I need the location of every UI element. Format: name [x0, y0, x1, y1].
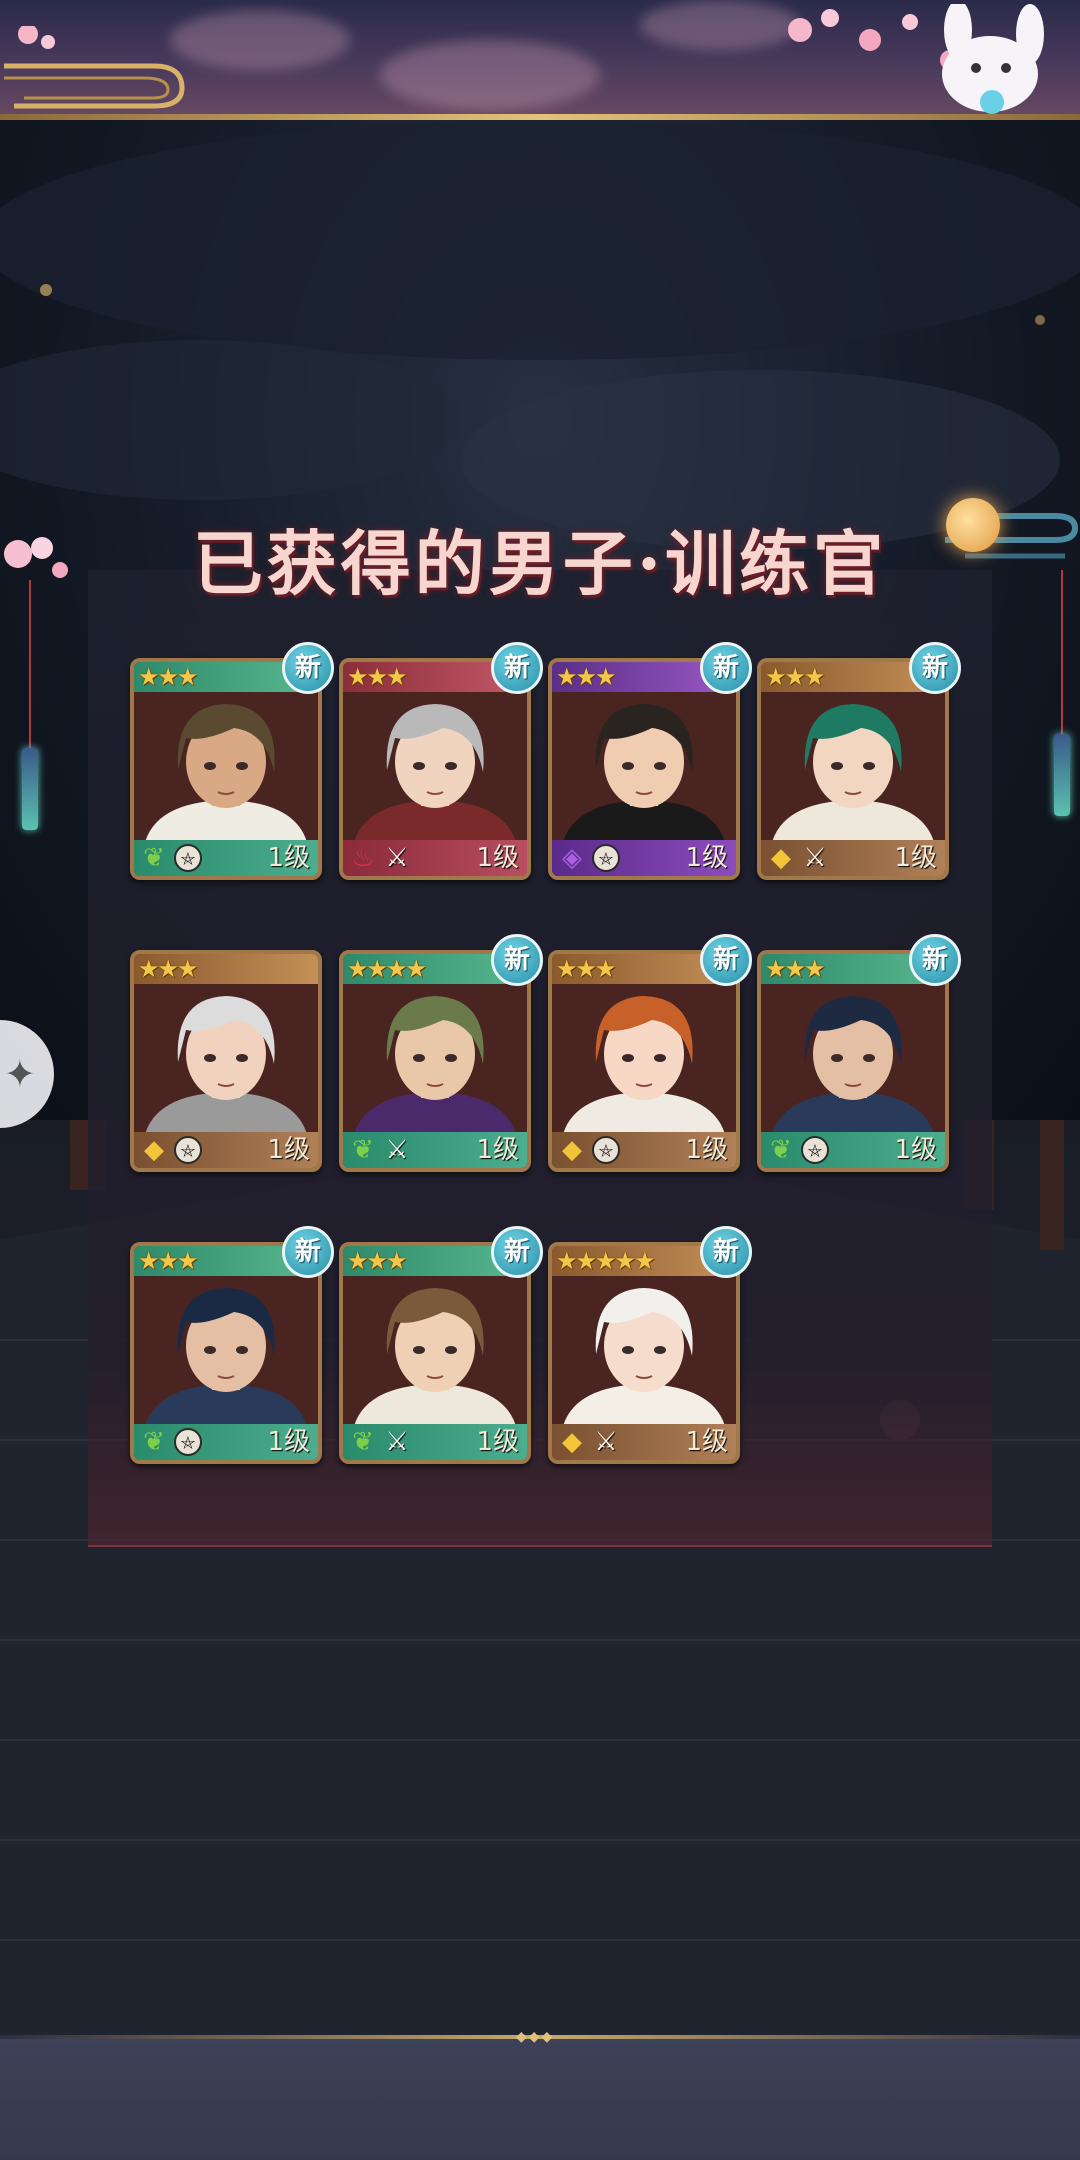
trainer-card[interactable]: ★★★ ◆ ⛤ 1级: [548, 950, 740, 1172]
left-pendant: [22, 580, 38, 830]
character-portrait: [552, 1276, 736, 1430]
new-badge: 新: [282, 642, 334, 694]
top-banner: [0, 0, 1080, 120]
rarity-stars: ★★★: [765, 955, 826, 983]
leaf-element-icon: ❦: [143, 1427, 165, 1457]
rarity-stars: ★★★: [556, 663, 617, 691]
new-badge: 新: [700, 642, 752, 694]
bottom-bar: ◆◆◆: [0, 2029, 1080, 2160]
puzzle-icon: ✦: [4, 1052, 36, 1096]
pentacle-icon: ⛤: [174, 1428, 202, 1456]
rabbit-mascot-icon[interactable]: [880, 4, 1080, 116]
card-level: 1级: [267, 1427, 310, 1457]
diamond-element-icon: ◆: [771, 843, 791, 873]
card-level: 1级: [267, 843, 310, 873]
card-info-bar: ❦ ⛤ 1级: [134, 1424, 318, 1460]
fire-element-icon: ♨: [351, 843, 375, 873]
card-level: 1级: [476, 1135, 519, 1165]
card-level: 1级: [267, 1135, 310, 1165]
trainer-card[interactable]: ★★★ ❦ ⚔ 1级: [339, 1242, 531, 1464]
character-portrait: [343, 1276, 527, 1430]
rarity-stars: ★★★: [765, 663, 826, 691]
card-info-bar: ◆ ⛤ 1级: [552, 1132, 736, 1168]
pentacle-icon: ⛤: [174, 1136, 202, 1164]
rarity-stars: ★★★: [347, 1247, 408, 1275]
crossed-swords-icon: ⚔: [803, 843, 827, 873]
new-badge: 新: [909, 642, 961, 694]
crossed-swords-icon: ⚔: [385, 843, 409, 873]
card-level: 1级: [476, 843, 519, 873]
rarity-stars: ★★★: [138, 1247, 199, 1275]
new-badge: 新: [700, 1226, 752, 1278]
character-portrait: [552, 692, 736, 846]
crossed-swords-icon: ⚔: [385, 1135, 409, 1165]
new-badge: 新: [491, 642, 543, 694]
new-badge: 新: [491, 934, 543, 986]
trainer-card[interactable]: ★★★ ◆ ⚔ 1级: [757, 658, 949, 880]
card-info-bar: ♨ ⚔ 1级: [343, 840, 527, 876]
card-level: 1级: [685, 1427, 728, 1457]
diamond-ornament: ◆◆◆: [516, 2029, 555, 2045]
new-badge: 新: [909, 934, 961, 986]
card-level: 1级: [685, 1135, 728, 1165]
panel-title: 已获得的男子·训练官: [192, 522, 888, 605]
leaf-element-icon: ❦: [143, 843, 165, 873]
crystal-element-icon: ◈: [562, 843, 582, 873]
leaf-element-icon: ❦: [770, 1135, 792, 1165]
rarity-stars: ★★★: [347, 663, 408, 691]
card-info-bar: ◆ ⚔ 1级: [552, 1424, 736, 1460]
card-info-bar: ❦ ⛤ 1级: [761, 1132, 945, 1168]
card-info-bar: ◆ ⛤ 1级: [134, 1132, 318, 1168]
diamond-element-icon: ◆: [562, 1135, 582, 1165]
new-badge: 新: [700, 934, 752, 986]
character-portrait: [134, 692, 318, 846]
pentacle-icon: ⛤: [174, 844, 202, 872]
trainer-card[interactable]: ★★★ ❦ ⛤ 1级: [130, 1242, 322, 1464]
trainer-card[interactable]: ★★★★★ ◆ ⚔ 1级: [548, 1242, 740, 1464]
trainer-card[interactable]: ★★★ ❦ ⛤ 1级: [130, 658, 322, 880]
character-portrait: [343, 984, 527, 1138]
trainer-card[interactable]: ★★★ ◆ ⛤ 1级: [130, 950, 322, 1172]
leaf-element-icon: ❦: [352, 1135, 374, 1165]
trainer-card[interactable]: ★★★ ◈ ⛤ 1级: [548, 658, 740, 880]
character-portrait: [343, 692, 527, 846]
character-portrait: [552, 984, 736, 1138]
diamond-element-icon: ◆: [144, 1135, 164, 1165]
leaf-element-icon: ❦: [352, 1427, 374, 1457]
rarity-stars: ★★★: [138, 955, 199, 983]
rarity-stars: ★★★★★: [556, 1247, 656, 1275]
pentacle-icon: ⛤: [592, 1136, 620, 1164]
card-info-bar: ❦ ⛤ 1级: [134, 840, 318, 876]
crossed-swords-icon: ⚔: [385, 1427, 409, 1457]
card-level: 1级: [685, 843, 728, 873]
pentacle-icon: ⛤: [592, 844, 620, 872]
crossed-swords-icon: ⚔: [594, 1427, 618, 1457]
character-portrait: [134, 984, 318, 1138]
trainer-card[interactable]: ★★★ ♨ ⚔ 1级: [339, 658, 531, 880]
pentacle-icon: ⛤: [801, 1136, 829, 1164]
card-info-bar: ◈ ⛤ 1级: [552, 840, 736, 876]
rarity-stars: ★★★: [556, 955, 617, 983]
card-level: 1级: [894, 843, 937, 873]
new-badge: 新: [491, 1226, 543, 1278]
diamond-element-icon: ◆: [562, 1427, 582, 1457]
character-portrait: [761, 692, 945, 846]
new-badge: 新: [282, 1226, 334, 1278]
card-info-bar: ◆ ⚔ 1级: [761, 840, 945, 876]
card-info-bar: ❦ ⚔ 1级: [343, 1132, 527, 1168]
card-level: 1级: [476, 1427, 519, 1457]
gold-swirl-ornament: [4, 26, 185, 109]
trainer-card[interactable]: ★★★ ❦ ⛤ 1级: [757, 950, 949, 1172]
rarity-stars: ★★★★: [347, 955, 427, 983]
card-level: 1级: [894, 1135, 937, 1165]
character-portrait: [761, 984, 945, 1138]
rarity-stars: ★★★: [138, 663, 199, 691]
character-portrait: [134, 1276, 318, 1430]
card-info-bar: ❦ ⚔ 1级: [343, 1424, 527, 1460]
trainer-card[interactable]: ★★★★ ❦ ⚔ 1级: [339, 950, 531, 1172]
